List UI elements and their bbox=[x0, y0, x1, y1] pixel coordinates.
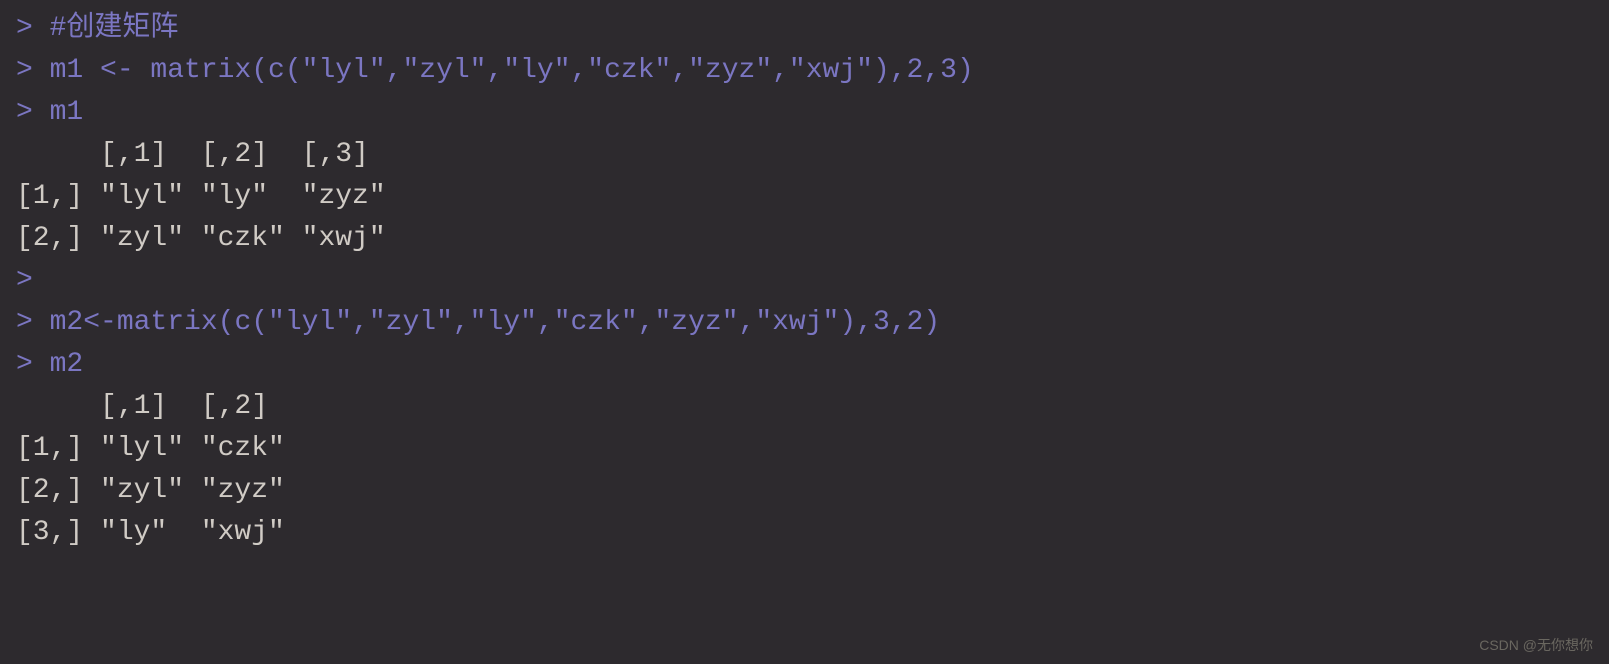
console-line: [1,] "lyl" "ly" "zyz" bbox=[16, 176, 1593, 218]
prompt: > bbox=[16, 97, 50, 128]
console-line: > m2<-matrix(c("lyl","zyl","ly","czk","z… bbox=[16, 302, 1593, 344]
code-input: m2<-matrix(c("lyl","zyl","ly","czk","zyz… bbox=[50, 307, 941, 338]
prompt: > bbox=[16, 55, 50, 86]
console-line: > m2 bbox=[16, 344, 1593, 386]
console-line: [,1] [,2] bbox=[16, 386, 1593, 428]
prompt: > bbox=[16, 349, 50, 380]
console-line: [,1] [,2] [,3] bbox=[16, 134, 1593, 176]
code-input: m1 <- matrix(c("lyl","zyl","ly","czk","z… bbox=[50, 55, 974, 86]
console-line: [2,] "zyl" "czk" "xwj" bbox=[16, 218, 1593, 260]
console-output[interactable]: > #创建矩阵 > m1 <- matrix(c("lyl","zyl","ly… bbox=[16, 8, 1593, 554]
console-line: [1,] "lyl" "czk" bbox=[16, 428, 1593, 470]
console-line: [3,] "ly" "xwj" bbox=[16, 512, 1593, 554]
code-output: [2,] "zyl" "czk" "xwj" bbox=[16, 223, 386, 254]
code-input: #创建矩阵 bbox=[50, 13, 179, 44]
console-line: > bbox=[16, 260, 1593, 302]
code-output: [3,] "ly" "xwj" bbox=[16, 517, 285, 548]
code-input: m1 bbox=[50, 97, 84, 128]
code-output: [1,] "lyl" "czk" bbox=[16, 433, 285, 464]
console-line: [2,] "zyl" "zyz" bbox=[16, 470, 1593, 512]
watermark: CSDN @无你想你 bbox=[1479, 635, 1593, 656]
prompt: > bbox=[16, 307, 50, 338]
code-output: [,1] [,2] bbox=[16, 391, 285, 422]
console-line: > #创建矩阵 bbox=[16, 8, 1593, 50]
prompt: > bbox=[16, 13, 50, 44]
console-line: > m1 bbox=[16, 92, 1593, 134]
code-output: [2,] "zyl" "zyz" bbox=[16, 475, 285, 506]
console-line: > m1 <- matrix(c("lyl","zyl","ly","czk",… bbox=[16, 50, 1593, 92]
prompt: > bbox=[16, 265, 50, 296]
code-output: [,1] [,2] [,3] bbox=[16, 139, 386, 170]
code-input: m2 bbox=[50, 349, 84, 380]
code-output: [1,] "lyl" "ly" "zyz" bbox=[16, 181, 386, 212]
